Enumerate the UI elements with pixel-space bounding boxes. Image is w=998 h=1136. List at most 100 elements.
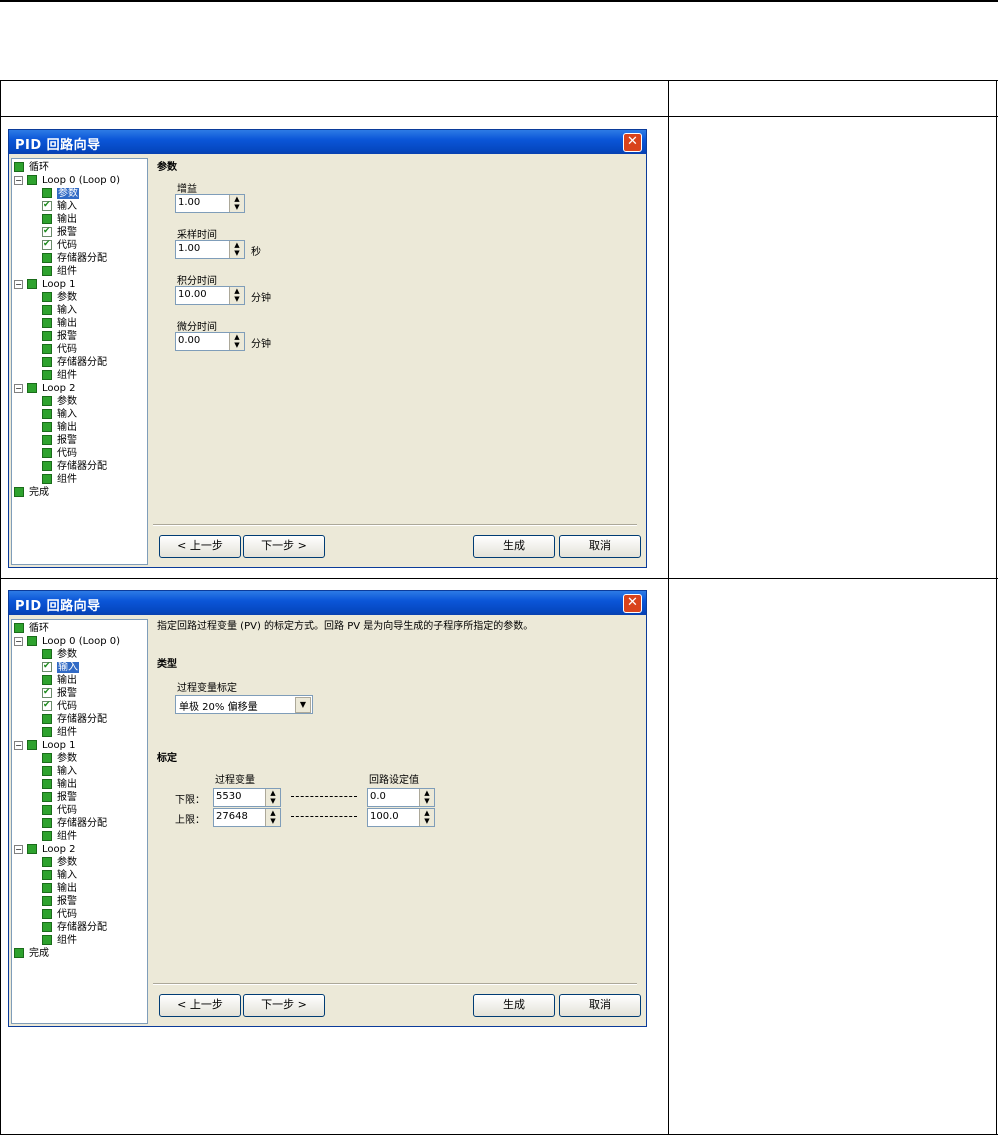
window-title: PID 回路向导 <box>15 138 101 153</box>
integral-time-label: 积分时间 <box>177 276 217 287</box>
tree-item-input[interactable]: 输入 <box>42 765 77 778</box>
spin-arrows-icon: ▲ ▼ <box>265 789 280 806</box>
spin-arrows-icon: ▲ ▼ <box>229 333 244 350</box>
prev-button[interactable]: < 上一步 <box>159 994 241 1017</box>
tree-item-memory[interactable]: 存储器分配 <box>42 921 107 934</box>
tree-item-loop2[interactable]: − Loop 2 <box>14 382 76 395</box>
separator <box>153 524 637 526</box>
tree-item-params[interactable]: 参数 <box>42 856 77 869</box>
derivative-time-label: 微分时间 <box>177 322 217 333</box>
tree-item-memory[interactable]: 存储器分配 <box>42 817 107 830</box>
title-bar: PID 回路向导 ✕ <box>9 591 646 615</box>
dashed-connector <box>291 796 357 797</box>
tree-item-finish[interactable]: 完成 <box>14 486 49 499</box>
wizard-tree: 循环 −Loop 0 (Loop 0) 参数 输入 输出 报警 代码 存储器分配… <box>11 619 148 1024</box>
tree-item-params[interactable]: 参数 <box>42 395 77 408</box>
tree-item-code[interactable]: 代码 <box>42 699 77 713</box>
scaling-label: 过程变量标定 <box>177 683 237 694</box>
spin-arrows-icon: ▲ ▼ <box>229 241 244 258</box>
sample-time-spinner[interactable]: 1.00 ▲ ▼ <box>175 240 245 259</box>
tree-item-cycle[interactable]: 循环 <box>14 622 49 635</box>
tree-item-component[interactable]: 组件 <box>42 934 77 947</box>
tree-item-loop0[interactable]: − Loop 0 (Loop 0) <box>14 635 120 648</box>
integral-time-unit: 分钟 <box>251 293 271 304</box>
scale-section-title: 标定 <box>157 753 177 764</box>
tree-item-memory[interactable]: 存储器分配 <box>42 713 107 726</box>
intro-text: 指定回路过程变量 (PV) 的标定方式。回路 PV 是为向导生成的子程序所指定的… <box>157 621 534 632</box>
tree-item-loop1[interactable]: − Loop 1 <box>14 278 76 291</box>
tree-item-alarm[interactable]: 报警 <box>42 791 77 804</box>
tree-item-loop0[interactable]: − Loop 0 (Loop 0) <box>14 174 120 187</box>
low-pv-spinner[interactable]: 5530 ▲ ▼ <box>213 788 281 807</box>
high-setpoint-spinner[interactable]: 100.0 ▲ ▼ <box>367 808 435 827</box>
spin-arrows-icon: ▲ ▼ <box>229 287 244 304</box>
tree-item-alarm[interactable]: 报警 <box>42 330 77 343</box>
tree-item-component[interactable]: 组件 <box>42 369 77 382</box>
tree-item-output[interactable]: 输出 <box>42 882 77 895</box>
tree-item-code[interactable]: 代码 <box>42 908 77 921</box>
tree-item-loop1[interactable]: − Loop 1 <box>14 739 76 752</box>
tree-item-component[interactable]: 组件 <box>42 726 77 739</box>
sample-time-label: 采样时间 <box>177 230 217 241</box>
spin-arrows-icon: ▲ ▼ <box>229 195 244 212</box>
derivative-time-spinner[interactable]: 0.00 ▲ ▼ <box>175 332 245 351</box>
section-title: 参数 <box>157 162 177 173</box>
tree-item-memory[interactable]: 存储器分配 <box>42 356 107 369</box>
separator <box>153 983 637 985</box>
tree-item-code[interactable]: 代码 <box>42 804 77 817</box>
tree-item-component[interactable]: 组件 <box>42 265 77 278</box>
pid-wizard-dialog-1: PID 回路向导 ✕ 循环 −Loop 0 (Loop 0) 参数 输入 输出 … <box>8 129 647 568</box>
gain-spinner[interactable]: 1.00 ▲ ▼ <box>175 194 245 213</box>
tree-item-params[interactable]: 参数 <box>42 752 77 765</box>
tree-item-params[interactable]: 参数 <box>42 291 77 304</box>
tree-item-input[interactable]: 输入 <box>42 199 77 213</box>
spin-arrows-icon: ▲ ▼ <box>419 809 434 826</box>
low-limit-label: 下限： <box>175 795 205 806</box>
spin-arrows-icon: ▲ ▼ <box>265 809 280 826</box>
scaling-dropdown[interactable]: 单极 20% 偏移量 ▼ <box>175 695 313 714</box>
tree-item-output[interactable]: 输出 <box>42 317 77 330</box>
pv-header: 过程变量 <box>215 775 255 786</box>
derivative-time-unit: 分钟 <box>251 339 271 350</box>
tree-item-finish[interactable]: 完成 <box>14 947 49 960</box>
tree-item-component[interactable]: 组件 <box>42 830 77 843</box>
wizard-tree: 循环 −Loop 0 (Loop 0) 参数 输入 输出 报警 代码 存储器分配… <box>11 158 148 565</box>
close-icon[interactable]: ✕ <box>623 133 642 152</box>
generate-button[interactable]: 生成 <box>473 994 555 1017</box>
top-rule <box>0 0 998 2</box>
next-button[interactable]: 下一步 > <box>243 994 325 1017</box>
tree-item-code[interactable]: 代码 <box>42 447 77 460</box>
close-icon[interactable]: ✕ <box>623 594 642 613</box>
tree-item-alarm[interactable]: 报警 <box>42 895 77 908</box>
tree-item-code[interactable]: 代码 <box>42 238 77 252</box>
pid-wizard-dialog-2: PID 回路向导 ✕ 循环 −Loop 0 (Loop 0) 参数 输入 输出 … <box>8 590 647 1027</box>
tree-item-input[interactable]: 输入 <box>42 304 77 317</box>
tree-item-memory[interactable]: 存储器分配 <box>42 460 107 473</box>
cancel-button[interactable]: 取消 <box>559 535 641 558</box>
collapse-icon: − <box>14 279 23 289</box>
high-limit-label: 上限： <box>175 815 205 826</box>
tree-item-cycle[interactable]: 循环 <box>14 161 49 174</box>
collapse-icon: − <box>14 636 23 646</box>
tree-item-output[interactable]: 输出 <box>42 421 77 434</box>
tree-item-input[interactable]: 输入 <box>42 408 77 421</box>
high-pv-spinner[interactable]: 27648 ▲ ▼ <box>213 808 281 827</box>
tree-item-memory[interactable]: 存储器分配 <box>42 252 107 265</box>
low-setpoint-spinner[interactable]: 0.0 ▲ ▼ <box>367 788 435 807</box>
collapse-icon: − <box>14 175 23 185</box>
tree-item-input[interactable]: 输入 <box>42 869 77 882</box>
tree-item-component[interactable]: 组件 <box>42 473 77 486</box>
title-bar: PID 回路向导 ✕ <box>9 130 646 154</box>
prev-button[interactable]: < 上一步 <box>159 535 241 558</box>
integral-time-spinner[interactable]: 10.00 ▲ ▼ <box>175 286 245 305</box>
tree-item-alarm[interactable]: 报警 <box>42 434 77 447</box>
next-button[interactable]: 下一步 > <box>243 535 325 558</box>
tree-item-loop2[interactable]: − Loop 2 <box>14 843 76 856</box>
generate-button[interactable]: 生成 <box>473 535 555 558</box>
tree-item-input[interactable]: 输入 <box>42 660 79 674</box>
tree-item-output[interactable]: 输出 <box>42 778 77 791</box>
sample-time-unit: 秒 <box>251 247 261 258</box>
cancel-button[interactable]: 取消 <box>559 994 641 1017</box>
setpoint-header: 回路设定值 <box>369 775 419 786</box>
tree-item-code[interactable]: 代码 <box>42 343 77 356</box>
